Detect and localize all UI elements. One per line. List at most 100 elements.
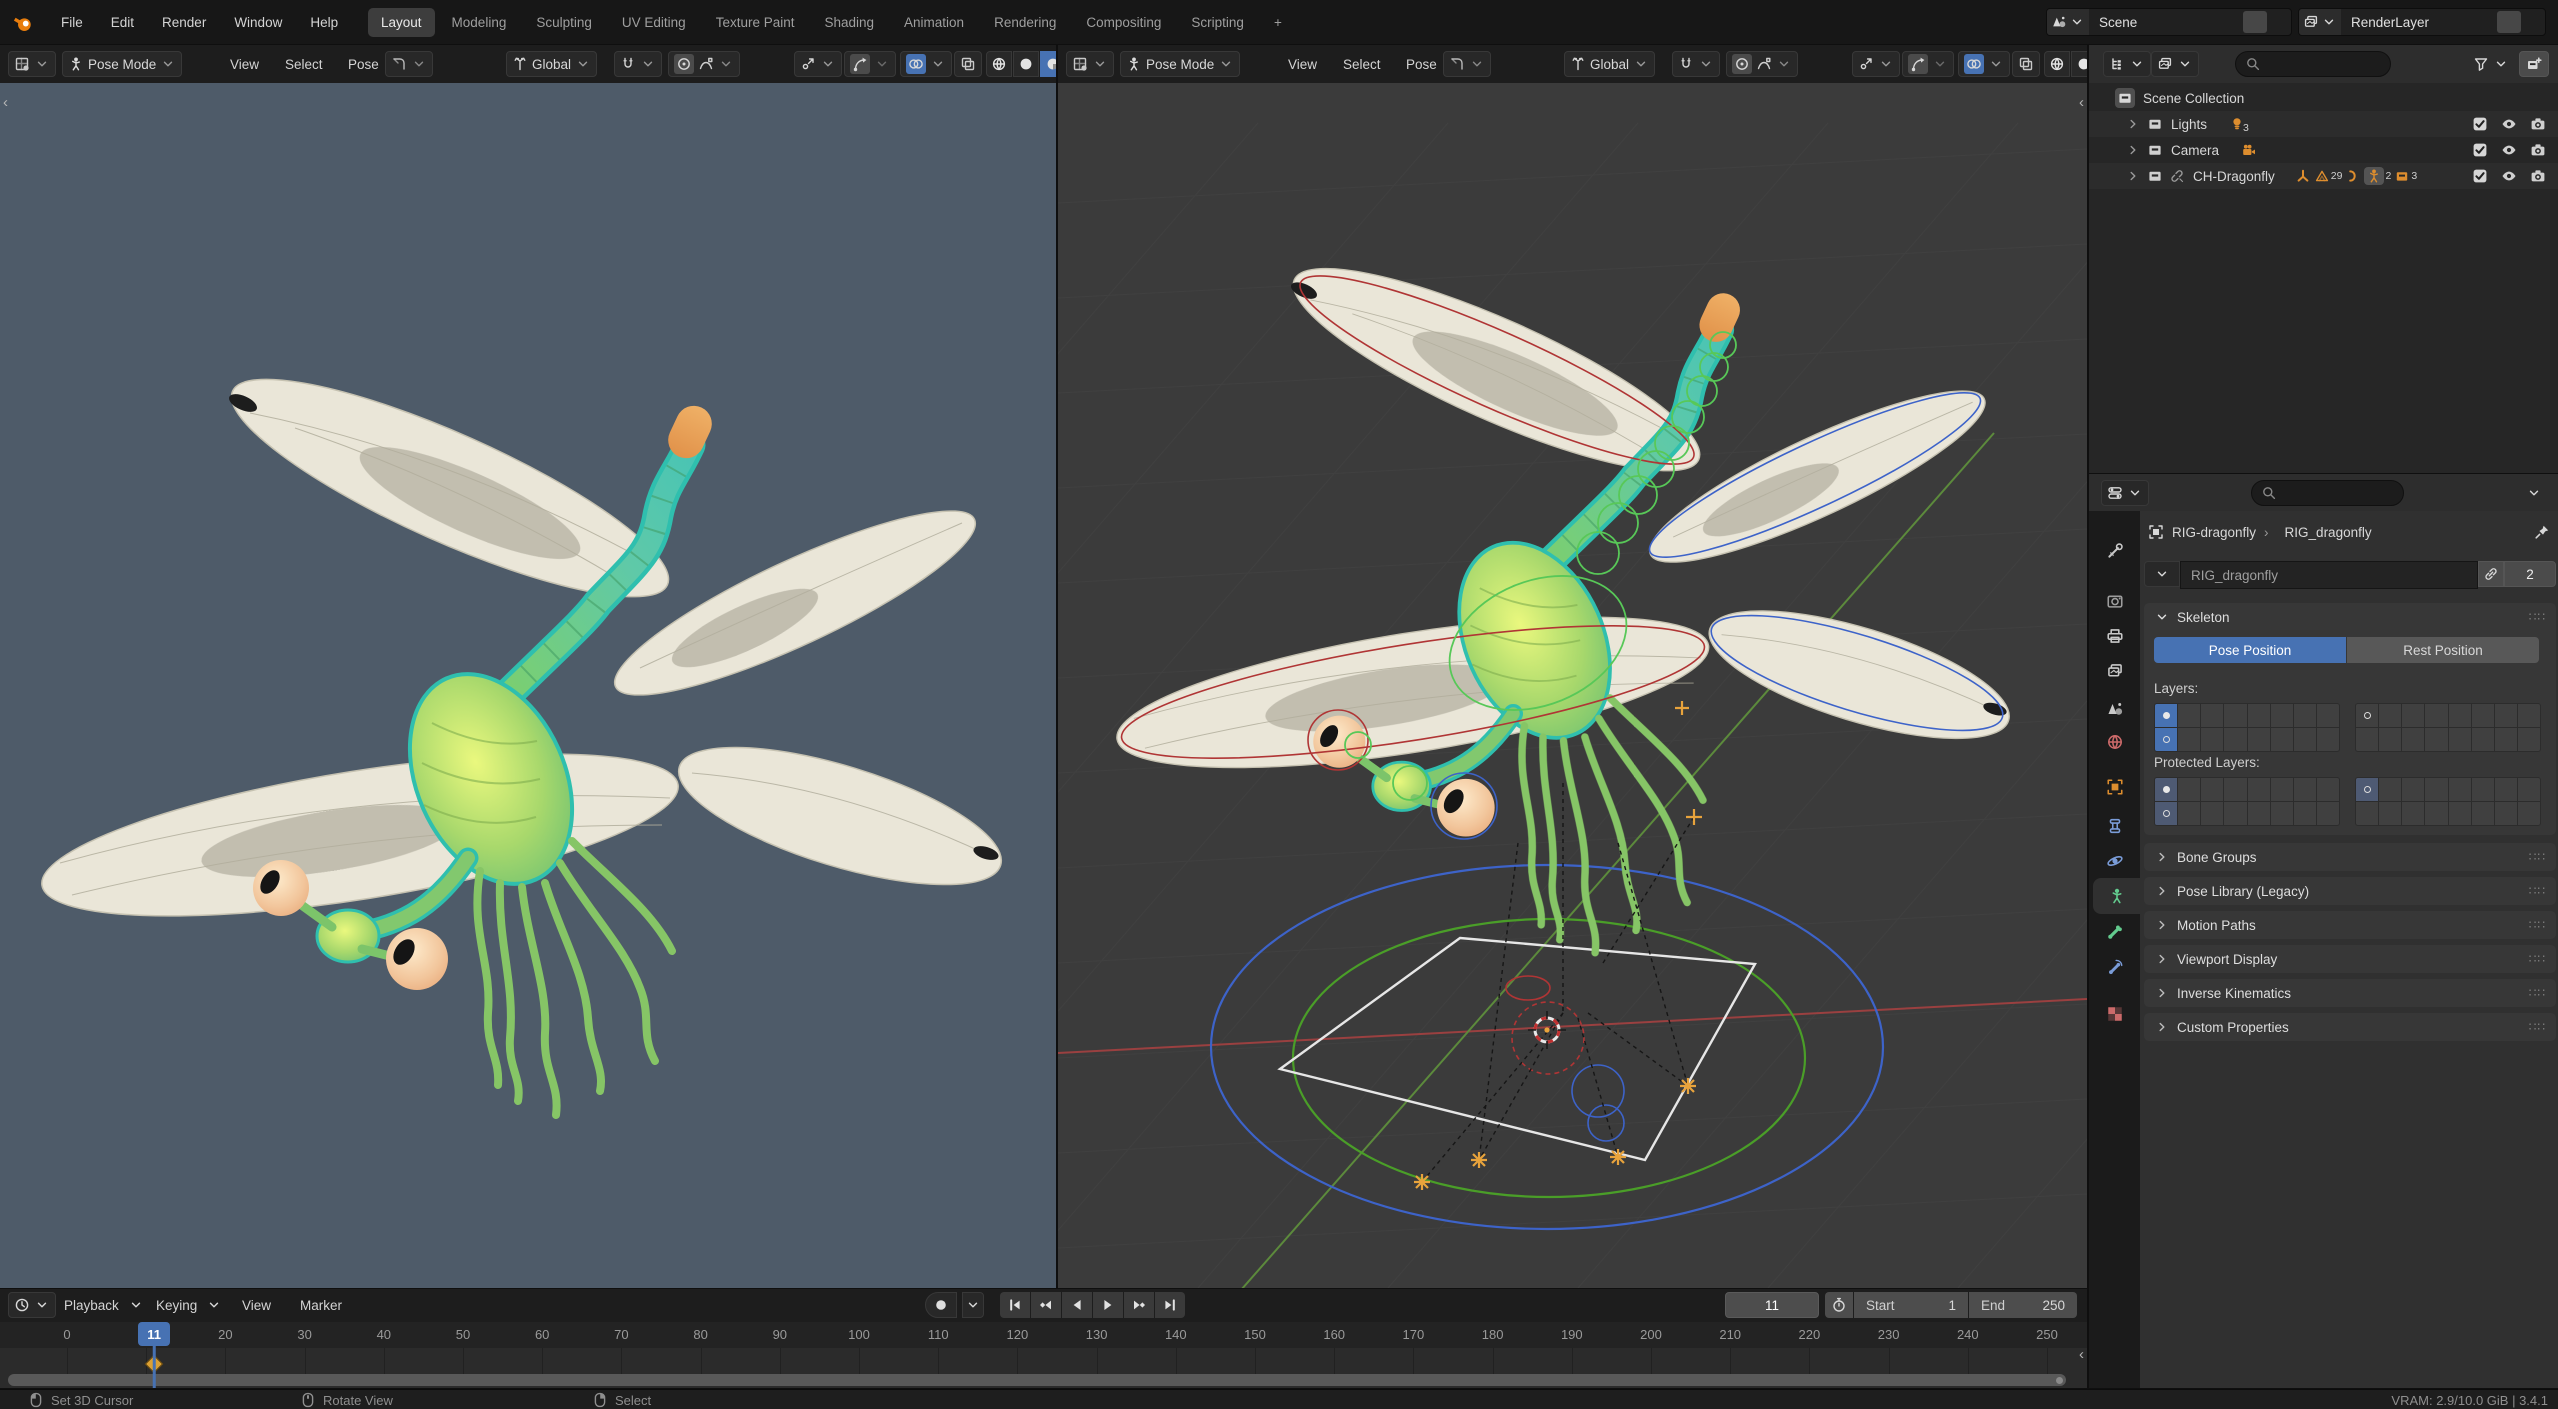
layer-cell[interactable] [2449, 728, 2471, 751]
disable-render-toggle[interactable] [2530, 142, 2546, 158]
expand-arrow-icon[interactable] [2125, 116, 2141, 132]
panel-bone-groups[interactable]: Bone Groups∷∷ [2144, 843, 2556, 871]
hide-viewport-toggle[interactable] [2501, 168, 2517, 184]
panel-motion-paths[interactable]: Motion Paths∷∷ [2144, 911, 2556, 939]
timeline-scrollbar[interactable] [8, 1374, 2066, 1386]
layer-cell[interactable] [2472, 704, 2494, 727]
topbar-menu-help[interactable]: Help [301, 15, 347, 30]
playhead[interactable]: 11 [138, 1322, 170, 1346]
layer-cell[interactable] [2402, 802, 2424, 825]
layer-cell[interactable] [2518, 802, 2540, 825]
previous-keyframe-button[interactable] [1031, 1292, 1061, 1318]
layer-cell[interactable] [2178, 704, 2200, 727]
users-count-button[interactable]: 2 [2504, 561, 2556, 587]
outliner-row[interactable]: Lights3 [2089, 111, 2558, 137]
outliner-row[interactable]: Camera [2089, 137, 2558, 163]
layer-cell[interactable] [2294, 728, 2316, 751]
layer-cell[interactable] [2402, 704, 2424, 727]
layer-cell[interactable] [2449, 802, 2471, 825]
panel-grip[interactable]: ∷∷ [2529, 1020, 2546, 1034]
start-frame-field[interactable]: Start1 [1854, 1292, 1968, 1318]
layer-cell[interactable] [2201, 728, 2223, 751]
shading-material-preview-button[interactable] [1040, 51, 1056, 77]
select-menu[interactable]: Select [1339, 51, 1385, 77]
layer-cell[interactable] [2495, 704, 2517, 727]
topbar-menu-render[interactable]: Render [153, 15, 215, 30]
gizmos-toggle[interactable] [1902, 51, 1954, 77]
breadcrumb-object[interactable]: RIG-dragonfly [2172, 525, 2256, 540]
link-users-button[interactable] [2478, 561, 2504, 587]
layer-cell[interactable] [2294, 704, 2316, 727]
properties-tab-constraints[interactable] [2089, 808, 2140, 844]
layer-cell[interactable] [2449, 704, 2471, 727]
layer-cell[interactable] [2472, 728, 2494, 751]
timeline-ruler[interactable]: 0203040506070809010011012013014015016017… [0, 1322, 2087, 1348]
selectable-checkbox[interactable] [2472, 116, 2488, 132]
pose-menu[interactable]: Pose [1402, 51, 1441, 77]
layer-cell[interactable] [2155, 802, 2177, 825]
xray-toggle[interactable] [2012, 51, 2040, 77]
toolbar-expand-chevron[interactable]: ‹ [3, 95, 8, 110]
layer-cell[interactable] [2495, 778, 2517, 801]
layer-cell[interactable] [2356, 704, 2378, 727]
auto-key-options-button[interactable] [962, 1292, 984, 1318]
layer-cell[interactable] [2224, 802, 2246, 825]
view-menu[interactable]: View [1284, 51, 1321, 77]
view-layer-selector[interactable]: RenderLayer [2298, 8, 2546, 36]
pivot-point-dropdown[interactable] [794, 51, 842, 77]
workspace-tab-compositing[interactable]: Compositing [1073, 8, 1174, 37]
workspace-tab-layout[interactable]: Layout [368, 8, 435, 37]
layer-cell[interactable] [2155, 778, 2177, 801]
mode-dropdown[interactable]: Pose Mode [1120, 51, 1240, 77]
workspace-tab-uv-editing[interactable]: UV Editing [609, 8, 699, 37]
editor-type-button[interactable] [1066, 51, 1114, 77]
active-tool-dropdown[interactable] [385, 51, 433, 77]
layers-grid-left[interactable] [2154, 703, 2340, 752]
properties-tab-bone-constraint[interactable] [2089, 949, 2140, 985]
unlink-scene-button[interactable] [2267, 11, 2291, 33]
layer-cell[interactable] [2425, 728, 2447, 751]
properties-options-button[interactable] [2526, 480, 2542, 506]
properties-tab-object[interactable] [2089, 769, 2140, 805]
layers-grid-right[interactable] [2355, 703, 2541, 752]
layer-cell[interactable] [2294, 802, 2316, 825]
editor-type-button[interactable] [8, 1292, 56, 1318]
layer-cell[interactable] [2201, 802, 2223, 825]
blender-logo-icon[interactable] [12, 12, 34, 34]
layer-cell[interactable] [2317, 704, 2339, 727]
layer-cell[interactable] [2472, 802, 2494, 825]
properties-tab-texture[interactable] [2089, 996, 2140, 1032]
layer-cell[interactable] [2425, 704, 2447, 727]
layer-cell[interactable] [2379, 704, 2401, 727]
properties-tab-physics[interactable] [2089, 843, 2140, 879]
layer-cell[interactable] [2178, 778, 2200, 801]
playback-menu[interactable]: Playback [60, 1292, 144, 1318]
layer-cell[interactable] [2317, 802, 2339, 825]
snap-button[interactable] [614, 51, 662, 77]
properties-tab-tool[interactable] [2089, 533, 2140, 569]
layer-cell[interactable] [2402, 728, 2424, 751]
timeline-expand-chevron[interactable]: ‹ [2079, 1347, 2084, 1362]
layer-cell[interactable] [2224, 728, 2246, 751]
expand-arrow-icon[interactable] [2125, 142, 2141, 158]
transform-orientation-dropdown[interactable]: Global [1564, 51, 1655, 77]
rest-position-button[interactable]: Rest Position [2347, 637, 2539, 663]
jump-to-end-button[interactable] [1155, 1292, 1185, 1318]
end-frame-field[interactable]: End250 [1969, 1292, 2077, 1318]
panel-grip[interactable]: ∷∷ [2529, 884, 2546, 898]
scene-selector[interactable]: Scene [2046, 8, 2292, 36]
layer-cell[interactable] [2495, 802, 2517, 825]
gizmos-toggle[interactable] [844, 51, 896, 77]
disable-render-toggle[interactable] [2530, 168, 2546, 184]
breadcrumb-data[interactable]: RIG_dragonfly [2285, 525, 2372, 540]
id-name-field[interactable]: RIG_dragonfly [2180, 561, 2478, 589]
new-view-layer-button[interactable] [2497, 11, 2521, 33]
play-button[interactable] [1093, 1292, 1123, 1318]
use-preview-range-button[interactable] [1825, 1292, 1853, 1318]
snap-button[interactable] [1672, 51, 1720, 77]
shading-wireframe-button[interactable] [2044, 51, 2070, 77]
properties-tab-world[interactable] [2089, 724, 2140, 760]
properties-tab-view-layer[interactable] [2089, 653, 2140, 689]
pin-icon[interactable] [2219, 11, 2243, 33]
proportional-editing-dropdown[interactable] [668, 51, 740, 77]
